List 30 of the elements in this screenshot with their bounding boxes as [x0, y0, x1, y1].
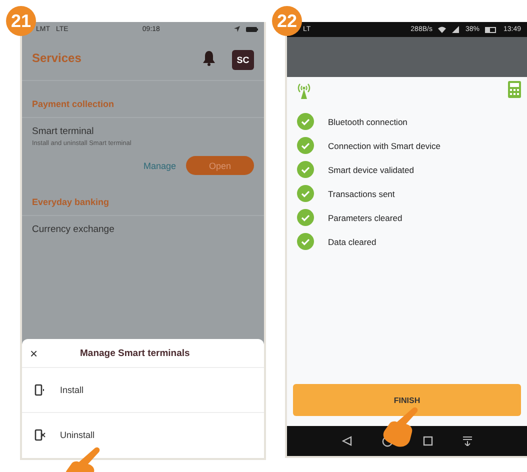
menu-icon[interactable] [463, 436, 472, 446]
step-label: Connection with Smart device [328, 140, 440, 150]
location-icon [234, 26, 240, 32]
page-title: Services [32, 51, 82, 65]
finish-button[interactable]: FINISH [293, 384, 521, 416]
close-button[interactable]: × [30, 346, 80, 360]
section-heading: Everyday banking [22, 179, 264, 216]
step-label: Bluetooth connection [328, 116, 408, 126]
battery-icon [485, 26, 498, 32]
briefcase-avatar[interactable]: SC [232, 50, 254, 70]
item-title: Currency exchange [32, 224, 116, 235]
sheet-title: Manage Smart terminals [80, 348, 190, 358]
step-label: Data cleared [328, 236, 376, 246]
item-title: Smart terminal [32, 126, 95, 137]
sheet-option[interactable]: Uninstall [60, 430, 95, 440]
step-label: Parameters cleared [328, 212, 402, 222]
step-badge: 22 [272, 6, 302, 36]
step-label: Smart device validated [328, 164, 414, 174]
step-label: Transactions sent [328, 188, 395, 198]
phone-remove-icon [34, 429, 46, 441]
signal-icon [452, 26, 460, 33]
section-heading: Payment collection [22, 81, 264, 118]
wifi-icon [438, 26, 446, 33]
battery-icon [246, 26, 258, 32]
bell-icon[interactable] [202, 50, 216, 66]
step-badge: 21 [6, 6, 36, 36]
back-icon[interactable] [342, 436, 352, 446]
sheet-option[interactable]: Install [60, 385, 84, 395]
phone-icon [34, 384, 46, 396]
recents-icon[interactable] [423, 436, 433, 446]
